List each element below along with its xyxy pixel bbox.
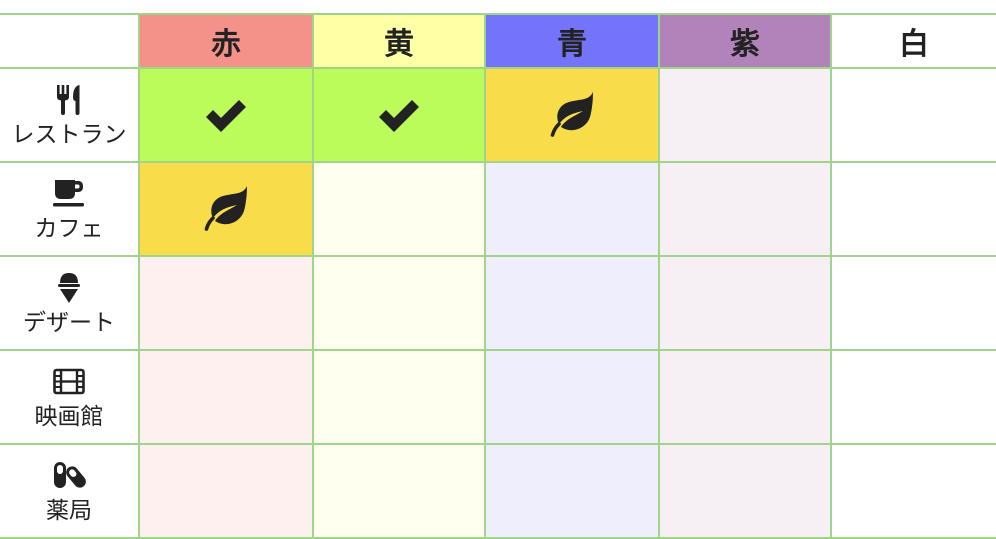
utensils-icon: [57, 85, 80, 115]
cell-cinema-blue[interactable]: [484, 349, 660, 445]
row-header-cinema[interactable]: 映画館: [0, 349, 140, 445]
coffee-cup-icon: [53, 180, 84, 207]
leaf-icon: [204, 186, 247, 231]
cell-cafe-red[interactable]: [138, 161, 314, 257]
cell-dessert-purple[interactable]: [658, 255, 832, 351]
cell-pharmacy-white[interactable]: [830, 443, 996, 539]
row-header-pharmacy[interactable]: 薬局: [0, 443, 140, 539]
row-label: レストラン: [11, 122, 127, 148]
cell-pharmacy-red[interactable]: [138, 443, 314, 539]
table-row-pharmacy: 薬局: [0, 443, 996, 539]
cell-dessert-white[interactable]: [830, 255, 996, 351]
row-label: 映画館: [34, 404, 104, 430]
cell-dessert-blue[interactable]: [484, 255, 660, 351]
pills-icon: [54, 462, 86, 488]
cell-cinema-white[interactable]: [830, 349, 996, 445]
row-header-restaurant[interactable]: レストラン: [0, 67, 140, 163]
cell-dessert-red[interactable]: [138, 255, 314, 351]
film-icon: [53, 368, 85, 395]
row-label: デザート: [23, 310, 115, 336]
cell-cinema-red[interactable]: [138, 349, 314, 445]
cell-restaurant-blue[interactable]: [484, 67, 660, 163]
cell-cinema-purple[interactable]: [658, 349, 832, 445]
cell-restaurant-white[interactable]: [830, 67, 996, 163]
table-row-dessert: デザート: [0, 255, 996, 351]
table-row-cinema: 映画館: [0, 349, 996, 445]
cell-cinema-yellow[interactable]: [312, 349, 486, 445]
cell-restaurant-yellow[interactable]: [312, 67, 486, 163]
category-color-grid: 赤 黄 青 紫 白 レストラン カフェ デザート 映画館 薬局: [0, 13, 996, 539]
cell-restaurant-red[interactable]: [138, 67, 314, 163]
table-row-restaurant: レストラン: [0, 67, 996, 163]
row-label: 薬局: [46, 498, 92, 524]
column-header-blue[interactable]: 青: [484, 13, 660, 69]
cell-dessert-yellow[interactable]: [312, 255, 486, 351]
column-header-red[interactable]: 赤: [138, 13, 314, 69]
cell-cafe-yellow[interactable]: [312, 161, 486, 257]
ice-cream-icon: [58, 273, 80, 303]
header-row: 赤 黄 青 紫 白: [0, 13, 996, 69]
cell-cafe-white[interactable]: [830, 161, 996, 257]
check-icon: [379, 100, 419, 132]
cell-pharmacy-blue[interactable]: [484, 443, 660, 539]
leaf-icon: [550, 92, 593, 137]
cell-pharmacy-purple[interactable]: [658, 443, 832, 539]
cell-restaurant-purple[interactable]: [658, 67, 832, 163]
row-header-dessert[interactable]: デザート: [0, 255, 140, 351]
row-header-cafe[interactable]: カフェ: [0, 161, 140, 257]
column-header-white[interactable]: 白: [830, 13, 996, 69]
cell-cafe-purple[interactable]: [658, 161, 832, 257]
row-label: カフェ: [34, 216, 104, 242]
check-icon: [206, 100, 246, 132]
column-header-yellow[interactable]: 黄: [312, 13, 486, 69]
corner-cell: [0, 13, 140, 69]
cell-cafe-blue[interactable]: [484, 161, 660, 257]
column-header-purple[interactable]: 紫: [658, 13, 832, 69]
table-row-cafe: カフェ: [0, 161, 996, 257]
cell-pharmacy-yellow[interactable]: [312, 443, 486, 539]
